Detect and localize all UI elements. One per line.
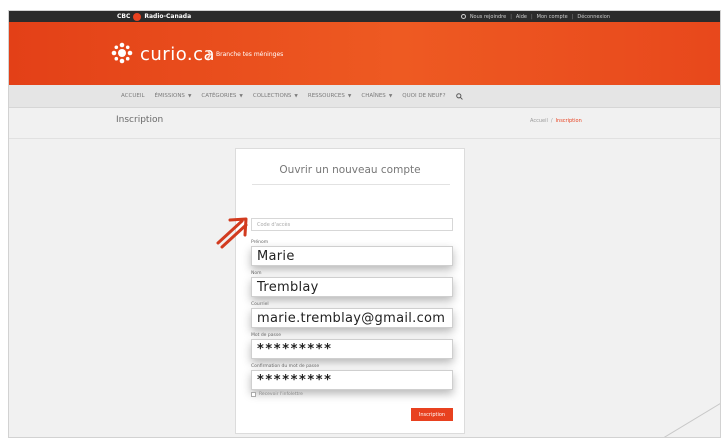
access-code-group: Code d'accès [251, 218, 453, 231]
caret-down-icon: ▼ [187, 93, 192, 99]
password-input[interactable]: ********* [251, 339, 453, 359]
page-curl-decoration [663, 403, 720, 437]
password-group: Mot de passe ********* [251, 333, 453, 359]
last-name-group: Nom Tremblay [251, 271, 453, 297]
password-confirm-input[interactable]: ********* [251, 370, 453, 390]
nav-item-quoi-de-neuf[interactable]: QUOI DE NEUF? [402, 93, 445, 99]
top-link-join[interactable]: Nous rejoindre [470, 14, 506, 20]
globe-icon [460, 14, 466, 19]
main-nav: ACCUEIL ÉMISSIONS ▼ CATÉGORIES ▼ COLLECTIO… [9, 85, 720, 108]
email-input[interactable]: marie.tremblay@gmail.com [251, 308, 453, 328]
cbc-top-bar: CBC Radio-Canada Nous rejoindre | Aide |… [9, 11, 720, 22]
page-header: Inscription Accueil / Inscription [9, 108, 720, 139]
page-title: Inscription [116, 115, 164, 125]
breadcrumb-separator: / [550, 118, 553, 124]
breadcrumb-home[interactable]: Accueil [530, 118, 548, 124]
newsletter-label: Recevoir l'infolettre [259, 392, 303, 397]
access-code-input[interactable]: Code d'accès [251, 218, 453, 231]
caret-down-icon: ▼ [388, 93, 393, 99]
signup-submit-button[interactable]: Inscription [411, 408, 453, 421]
cbc-brand: CBC [117, 13, 131, 20]
form-title: Ouvrir un nouveau compte [279, 164, 421, 176]
top-link-account[interactable]: Mon compte [537, 14, 568, 20]
password-value: ********* [257, 341, 333, 357]
nav-item-chaines[interactable]: CHAÎNES ▼ [361, 93, 392, 99]
site-slogan: Branche tes méninges [216, 51, 284, 58]
signup-card: Ouvrir un nouveau compte Code d'accès Pr… [235, 148, 465, 434]
nav-item-categories[interactable]: CATÉGORIES ▼ [201, 93, 242, 99]
password-confirm-group: Confirmation du mot de passe ********* [251, 364, 453, 390]
caret-down-icon: ▼ [347, 93, 352, 99]
cbc-logo[interactable]: CBC Radio-Canada [117, 12, 191, 21]
browser-frame: CBC Radio-Canada Nous rejoindre | Aide |… [8, 10, 721, 438]
top-link-logout[interactable]: Déconnexion [577, 14, 610, 20]
caret-down-icon: ▼ [239, 93, 243, 99]
top-link-help[interactable]: Aide [516, 14, 527, 20]
email-value: marie.tremblay@gmail.com [257, 310, 446, 326]
pointer-arrow-annotation [216, 217, 248, 249]
password-confirm-value: ********* [257, 372, 333, 388]
breadcrumb: Accueil / Inscription [530, 118, 582, 124]
first-name-group: Prénom Marie [251, 240, 453, 266]
first-name-value: Marie [257, 248, 295, 264]
nav-item-emissions[interactable]: ÉMISSIONS ▼ [155, 93, 192, 99]
caret-down-icon: ▼ [294, 93, 298, 99]
top-links: Nous rejoindre | Aide | Mon compte | Déc… [460, 12, 610, 21]
chevron-right-icon: ❯ [205, 50, 213, 60]
last-name-input[interactable]: Tremblay [251, 277, 453, 297]
newsletter-checkbox[interactable] [251, 392, 256, 397]
cbc-brand-sub: Radio-Canada [144, 13, 192, 20]
first-name-input[interactable]: Marie [251, 246, 453, 266]
breadcrumb-current: Inscription [555, 118, 582, 124]
access-code-placeholder: Code d'accès [257, 221, 291, 228]
nav-item-collections[interactable]: COLLECTIONS ▼ [253, 93, 298, 99]
nav-item-accueil[interactable]: ACCUEIL [121, 93, 145, 99]
email-group: Courriel marie.tremblay@gmail.com [251, 302, 453, 328]
last-name-value: Tremblay [257, 279, 319, 295]
nav-search-button[interactable] [455, 92, 463, 100]
nav-item-ressources[interactable]: RESSOURCES ▼ [308, 93, 351, 99]
curio-banner: curio.ca ❯ Branche tes méninges [9, 22, 720, 85]
divider [252, 184, 450, 185]
curio-gem-icon[interactable] [109, 42, 135, 64]
newsletter-option[interactable]: Recevoir l'infolettre [251, 392, 303, 397]
site-name[interactable]: curio.ca [140, 44, 215, 65]
search-icon [455, 92, 463, 100]
cbc-gem-icon [133, 12, 142, 21]
